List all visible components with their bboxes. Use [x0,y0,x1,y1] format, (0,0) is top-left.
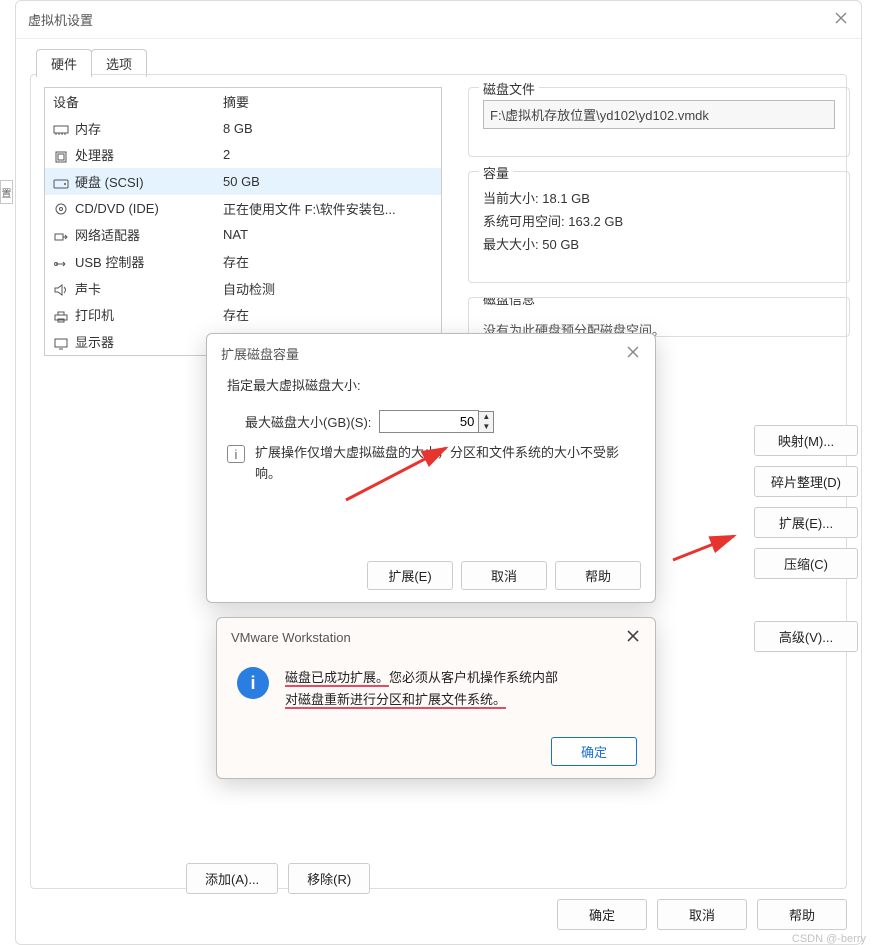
main-buttons: 确定 取消 帮助 [557,899,847,930]
expand-info-text: 扩展操作仅增大虚拟磁盘的大小，分区和文件系统的大小不受影响。 [255,443,635,485]
defrag-button[interactable]: 碎片整理(D) [754,466,858,497]
current-size-label: 当前大小: [483,191,539,206]
help-button[interactable]: 帮助 [757,899,847,930]
device-summary: 8 GB [215,115,441,142]
size-label: 最大磁盘大小(GB)(S): [245,412,371,431]
device-summary: 正在使用文件 F:\软件安装包... [215,195,441,222]
group-diskinfo: 磁盘信息 没有为此硬盘预分配磁盘空间。 [468,297,850,337]
table-row[interactable]: 网络适配器 NAT [45,222,441,249]
device-label: 内存 [75,122,101,137]
device-summary: 存在 [215,302,441,329]
dlg-expand-button[interactable]: 扩展(E) [367,561,453,590]
device-summary: NAT [215,222,441,249]
tab-hardware[interactable]: 硬件 [36,49,92,77]
add-button[interactable]: 添加(A)... [186,863,278,894]
legend-diskfile: 磁盘文件 [479,79,539,98]
vmware-dialog-title: VMware Workstation [231,630,625,645]
add-remove-row: 添加(A)... 移除(R) [186,863,370,894]
legend-capacity: 容量 [479,163,513,182]
titlebar: 虚拟机设置 [16,1,861,39]
vmware-message: 磁盘已成功扩展。您必须从客户机操作系统内部 对磁盘重新进行分区和扩展文件系统。 [285,667,635,711]
col-summary: 摘要 [215,88,441,115]
remove-button[interactable]: 移除(R) [288,863,370,894]
tabs: 硬件 选项 [36,49,146,77]
dlg-help-button[interactable]: 帮助 [555,561,641,590]
usb-icon [53,258,69,270]
max-size-value: 50 GB [542,237,579,252]
advanced-button[interactable]: 高级(V)... [754,621,858,652]
expand-button[interactable]: 扩展(E)... [754,507,858,538]
table-row[interactable]: 声卡 自动检测 [45,275,441,302]
device-label: USB 控制器 [75,255,144,270]
leftedge-fragment: 置 [0,180,13,204]
table-row[interactable]: USB 控制器 存在 [45,248,441,275]
group-capacity: 容量 当前大小: 18.1 GB 系统可用空间: 163.2 GB 最大大小: … [468,171,850,283]
info-icon: i [237,667,269,699]
device-label: CD/DVD (IDE) [75,201,159,216]
device-label: 硬盘 (SCSI) [75,175,144,190]
device-label: 声卡 [75,282,101,297]
free-space-label: 系统可用空间: [483,214,565,229]
device-summary: 50 GB [215,168,441,195]
disk-icon [53,178,69,190]
sound-icon [53,284,69,296]
map-button[interactable]: 映射(M)... [754,425,858,456]
hardware-list[interactable]: 设备 摘要 内存8 GB处理器2硬盘 (SCSI)50 GBCD/DVD (ID… [44,87,442,356]
display-icon [53,338,69,350]
table-row[interactable]: 处理器 2 [45,142,441,169]
cpu-icon [53,151,69,163]
info-icon: i [227,445,245,463]
device-label: 网络适配器 [75,228,140,243]
printer-icon [53,311,69,323]
ok-button[interactable]: 确定 [557,899,647,930]
spin-down-icon[interactable]: ▼ [479,422,493,432]
device-summary: 存在 [215,248,441,275]
disk-action-buttons-2: 高级(V)... [754,621,858,662]
expand-prompt: 指定最大虚拟磁盘大小: [227,375,635,394]
size-spinner[interactable]: ▲ ▼ [379,410,494,433]
close-icon[interactable] [625,344,641,363]
diskfile-path[interactable]: F:\虚拟机存放位置\yd102\yd102.vmdk [483,100,835,129]
tab-options[interactable]: 选项 [91,49,147,77]
device-label: 处理器 [75,148,114,163]
vmware-dialog: VMware Workstation i 磁盘已成功扩展。您必须从客户机操作系统… [216,617,656,779]
group-diskfile: 磁盘文件 F:\虚拟机存放位置\yd102\yd102.vmdk [468,87,850,157]
window-title: 虚拟机设置 [28,10,833,29]
size-input[interactable] [379,410,479,433]
col-device: 设备 [45,88,215,115]
vmware-ok-button[interactable]: 确定 [551,737,637,766]
table-row[interactable]: 打印机 存在 [45,302,441,329]
net-icon [53,231,69,243]
table-row[interactable]: 内存 8 GB [45,115,441,142]
table-row[interactable]: CD/DVD (IDE) 正在使用文件 F:\软件安装包... [45,195,441,222]
close-icon[interactable] [625,628,641,647]
spin-up-icon[interactable]: ▲ [479,412,493,422]
cd-icon [53,203,69,215]
table-row[interactable]: 硬盘 (SCSI) 50 GB [45,168,441,195]
device-label: 打印机 [75,308,114,323]
compact-button[interactable]: 压缩(C) [754,548,858,579]
device-summary: 2 [215,142,441,169]
current-size-value: 18.1 GB [542,191,590,206]
cancel-button[interactable]: 取消 [657,899,747,930]
memory-icon [53,124,69,136]
expand-dialog-title: 扩展磁盘容量 [221,344,625,363]
max-size-label: 最大大小: [483,237,539,252]
close-icon[interactable] [833,10,849,29]
device-label: 显示器 [75,335,114,350]
disk-action-buttons-1: 映射(M)... 碎片整理(D) 扩展(E)... 压缩(C) [754,425,858,589]
legend-diskinfo: 磁盘信息 [479,297,539,308]
watermark: CSDN @-berry [792,933,866,945]
free-space-value: 163.2 GB [568,214,623,229]
dlg-cancel-button[interactable]: 取消 [461,561,547,590]
expand-dialog: 扩展磁盘容量 指定最大虚拟磁盘大小: 最大磁盘大小(GB)(S): ▲ ▼ i … [206,333,656,603]
device-summary: 自动检测 [215,275,441,302]
